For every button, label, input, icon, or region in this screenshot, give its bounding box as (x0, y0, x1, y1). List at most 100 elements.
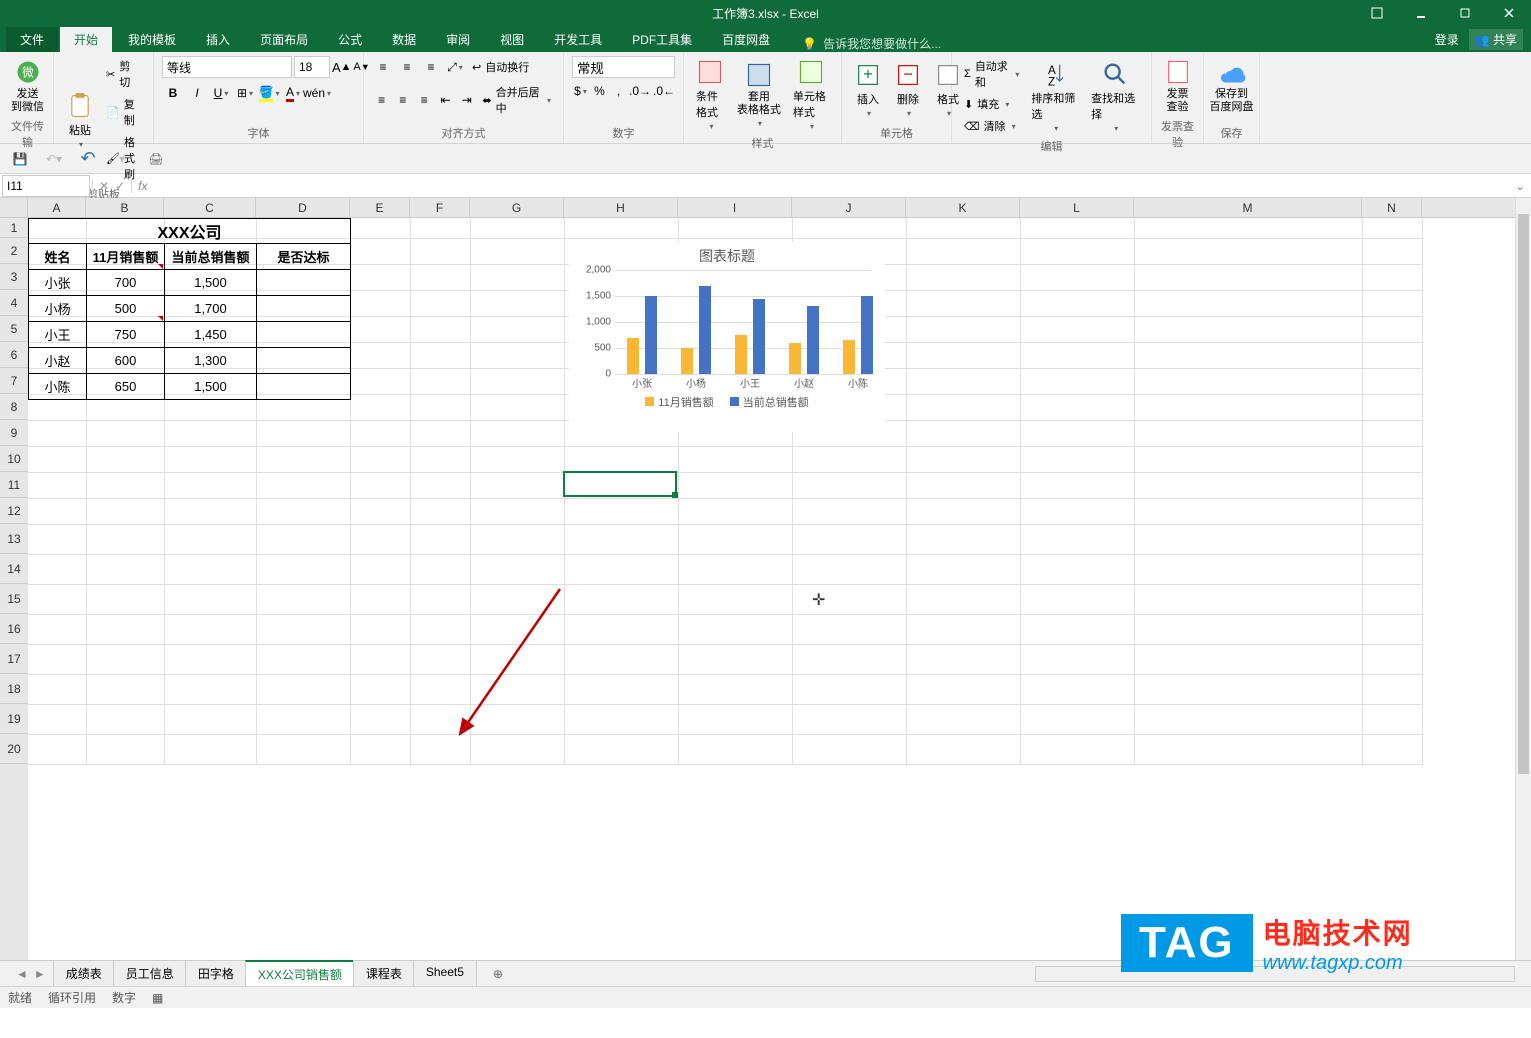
column-header[interactable]: E (350, 198, 410, 218)
border-button[interactable]: ⊞ (234, 82, 256, 104)
column-header[interactable]: M (1134, 198, 1362, 218)
increase-decimal-button[interactable]: .0→ (629, 80, 651, 102)
column-header[interactable]: H (564, 198, 678, 218)
column-header[interactable]: L (1020, 198, 1134, 218)
tab-data[interactable]: 数据 (378, 27, 430, 52)
wrap-text-button[interactable]: ↩自动换行 (468, 57, 533, 77)
find-select-button[interactable]: 查找和选择 (1087, 58, 1143, 135)
row-header[interactable]: 20 (0, 734, 28, 764)
align-center-button[interactable]: ≡ (393, 89, 412, 111)
fill-button[interactable]: ⬇填充 (960, 94, 1023, 114)
invoice-button[interactable]: 发票 查验 (1160, 56, 1195, 116)
row-header[interactable]: 5 (0, 316, 28, 342)
enter-formula-icon[interactable]: ✓ (115, 179, 125, 193)
tab-pdf[interactable]: PDF工具集 (618, 27, 706, 52)
tab-baidu[interactable]: 百度网盘 (708, 27, 784, 52)
increase-font-button[interactable]: A▲ (332, 56, 351, 78)
sheet-tab[interactable]: 成绩表 (53, 960, 115, 988)
indent-dec-button[interactable]: ⇤ (436, 89, 455, 111)
row-header[interactable]: 17 (0, 644, 28, 674)
active-cell[interactable] (563, 471, 677, 497)
share-button[interactable]: 👥 共享 (1469, 29, 1523, 50)
scroll-thumb[interactable] (1518, 214, 1529, 774)
sheet-tab[interactable]: 田字格 (185, 960, 247, 988)
cond-format-button[interactable]: 条件格式 (692, 56, 729, 133)
phonetic-button[interactable]: wén (306, 82, 328, 104)
font-size-input[interactable] (294, 56, 330, 78)
tab-file[interactable]: 文件 (6, 27, 58, 52)
row-header[interactable]: 15 (0, 584, 28, 614)
row-header[interactable]: 18 (0, 674, 28, 704)
column-header[interactable]: F (410, 198, 470, 218)
row-header[interactable]: 1 (0, 218, 28, 238)
cut-button[interactable]: ✂剪切 (102, 56, 145, 92)
cancel-formula-icon[interactable]: ✕ (99, 179, 109, 193)
sort-filter-button[interactable]: AZ排序和筛选 (1027, 58, 1083, 135)
italic-button[interactable]: I (186, 82, 208, 104)
column-header[interactable]: G (470, 198, 564, 218)
sheet-nav-prev-icon[interactable]: ◄ (16, 967, 28, 981)
cell[interactable]: 小陈 (29, 374, 87, 400)
cell[interactable]: 1,450 (165, 322, 257, 348)
fx-icon[interactable]: fx (132, 179, 153, 193)
qat-undo-dropdown[interactable]: ↶▾ (42, 147, 66, 171)
align-top-button[interactable]: ≡ (372, 56, 394, 78)
orientation-button[interactable]: ⤢ (444, 56, 466, 78)
autosum-button[interactable]: Σ自动求和 (960, 56, 1023, 92)
underline-button[interactable]: U (210, 82, 232, 104)
cell[interactable]: 是否达标 (257, 244, 351, 270)
accounting-format-button[interactable]: $ (572, 80, 589, 102)
table-style-button[interactable]: 套用 表格格式 (733, 59, 785, 130)
window-minimize-icon[interactable] (1399, 0, 1443, 26)
cell[interactable]: 1,300 (165, 348, 257, 374)
cell[interactable]: 11月销售额 (87, 244, 165, 270)
column-header[interactable]: K (906, 198, 1020, 218)
undo-button[interactable]: ↶ (76, 147, 100, 171)
paste-button[interactable]: 粘贴 (62, 90, 98, 151)
add-sheet-button[interactable]: ⊕ (486, 967, 510, 981)
tab-review[interactable]: 审阅 (432, 27, 484, 52)
clear-button[interactable]: ⌫清除 (960, 116, 1023, 136)
window-restore-icon[interactable] (1355, 0, 1399, 26)
fill-color-button[interactable]: 🪣 (258, 82, 280, 104)
cell[interactable]: 小赵 (29, 348, 87, 374)
tab-formulas[interactable]: 公式 (324, 27, 376, 52)
cell[interactable]: 500 (87, 296, 165, 322)
tab-dev[interactable]: 开发工具 (540, 27, 616, 52)
tab-insert[interactable]: 插入 (192, 27, 244, 52)
sheet-tab[interactable]: Sheet5 (413, 960, 477, 988)
cell[interactable]: 小杨 (29, 296, 87, 322)
row-header[interactable]: 16 (0, 614, 28, 644)
cell-style-button[interactable]: 单元格样式 (789, 56, 833, 133)
formula-input[interactable] (153, 175, 1508, 197)
cell[interactable]: 小王 (29, 322, 87, 348)
font-color-button[interactable]: A (282, 82, 304, 104)
window-maximize-icon[interactable] (1443, 0, 1487, 26)
cell[interactable] (257, 374, 351, 400)
tab-template[interactable]: 我的模板 (114, 27, 190, 52)
select-all-corner[interactable] (0, 198, 28, 218)
column-header[interactable]: I (678, 198, 792, 218)
cell[interactable] (257, 270, 351, 296)
bold-button[interactable]: B (162, 82, 184, 104)
align-right-button[interactable]: ≡ (415, 89, 434, 111)
insert-cells-button[interactable]: +插入 (850, 59, 886, 120)
row-header[interactable]: 3 (0, 264, 28, 290)
copy-button[interactable]: 📄复制 (102, 94, 145, 130)
row-header[interactable]: 19 (0, 704, 28, 734)
tab-view[interactable]: 视图 (486, 27, 538, 52)
fill-handle[interactable] (672, 492, 678, 498)
sheet-tab[interactable]: XXX公司销售额 (245, 960, 355, 988)
cell[interactable]: 小张 (29, 270, 87, 296)
percent-format-button[interactable]: % (591, 80, 608, 102)
row-header[interactable]: 9 (0, 420, 28, 446)
cell[interactable]: 600 (87, 348, 165, 374)
sheet-tab[interactable]: 员工信息 (113, 960, 187, 988)
row-header[interactable]: 13 (0, 524, 28, 554)
sheet-tab[interactable]: 课程表 (353, 960, 415, 988)
align-bottom-button[interactable]: ≡ (420, 56, 442, 78)
save-baidu-button[interactable]: 保存到 百度网盘 (1212, 56, 1251, 116)
cell[interactable]: 1,700 (165, 296, 257, 322)
align-left-button[interactable]: ≡ (372, 89, 391, 111)
table-title-cell[interactable]: XXX公司 (29, 219, 351, 244)
